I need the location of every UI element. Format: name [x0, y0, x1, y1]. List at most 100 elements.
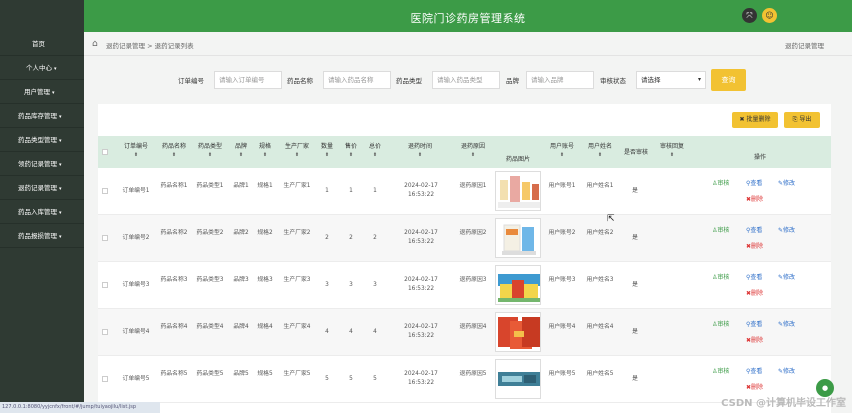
th-ops: 操作: [753, 154, 766, 161]
view-button[interactable]: ⚲查看: [746, 225, 762, 234]
name-input[interactable]: 请输入药品名称: [323, 71, 391, 89]
audit-button[interactable]: ♙审核: [712, 272, 729, 281]
query-button[interactable]: 查询: [711, 69, 746, 91]
user-avatar-icon[interactable]: ☺: [762, 8, 777, 23]
sidebar-item-personal[interactable]: 个人中心 ▾: [0, 56, 84, 80]
sort-icon: ⬍: [669, 152, 675, 158]
sort-icon: ⬍: [207, 152, 213, 158]
sidebar-top: [0, 0, 84, 32]
caret-down-icon: ▾: [59, 114, 62, 120]
table-row: 订单编号1 药品名称1 药品类型1 品牌1 规格1 生产厂家1 1 1 1 20…: [98, 168, 831, 215]
view-button[interactable]: ⚲查看: [746, 178, 762, 187]
sidebar-item-inbound[interactable]: 药品入库管理 ▾: [0, 200, 84, 224]
edit-button[interactable]: ✎修改: [778, 366, 795, 375]
cell-type: 药品类型4: [196, 324, 224, 330]
cell-order: 订单编号4: [122, 329, 150, 335]
delete-button[interactable]: ✖删除: [746, 288, 763, 297]
th-total[interactable]: 总价 ⬍: [366, 142, 384, 160]
select-all-checkbox[interactable]: [102, 149, 108, 155]
row-checkbox[interactable]: [102, 376, 108, 382]
edit-button[interactable]: ✎修改: [778, 225, 795, 234]
cell-order: 订单编号2: [122, 235, 150, 241]
batch-delete-button[interactable]: ✖ 批量删除: [732, 112, 778, 128]
th-name[interactable]: 药品名称 ⬍: [158, 142, 190, 160]
th-price[interactable]: 售价 ⬍: [342, 142, 360, 160]
status-label: 审核状态: [600, 77, 626, 85]
sort-icon: ⬍: [294, 152, 300, 158]
sidebar-item-drug-type[interactable]: 药品类型管理 ▾: [0, 128, 84, 152]
sort-icon: ⬍: [171, 152, 177, 158]
export-button[interactable]: ⎘ 导出: [784, 112, 820, 128]
brand-input[interactable]: 请输入品牌: [526, 71, 594, 89]
drug-image[interactable]: [495, 265, 541, 305]
sidebar-item-stock[interactable]: 药品库存管理 ▾: [0, 104, 84, 128]
cell-brand: 品牌4: [233, 324, 249, 330]
order-input[interactable]: 请输入订单编号: [214, 71, 282, 89]
drug-image[interactable]: [495, 359, 541, 399]
delete-button[interactable]: ✖删除: [746, 382, 763, 391]
breadcrumb-bar: ⌂ 退药记录管理 > 退药记录列表 退药记录管理: [84, 32, 852, 56]
th-brand[interactable]: 品牌 ⬍: [230, 142, 252, 160]
view-button[interactable]: ⚲查看: [746, 366, 762, 375]
th-reason[interactable]: 退药原因 ⬍: [456, 142, 490, 160]
drug-image[interactable]: [495, 312, 541, 352]
row-checkbox[interactable]: [102, 188, 108, 194]
sidebar-item-return[interactable]: 退药记录管理 ▾: [0, 176, 84, 200]
home-icon[interactable]: ⌂: [92, 39, 98, 49]
drug-photo: [496, 360, 540, 398]
cell-account: 用户账号1: [548, 183, 576, 189]
th-uname[interactable]: 用户姓名 ⬍: [584, 142, 616, 160]
th-spec[interactable]: 规格 ⬍: [254, 142, 276, 160]
delete-button[interactable]: ✖删除: [746, 241, 763, 250]
th-maker[interactable]: 生产厂家 ⬍: [280, 142, 314, 160]
th-audited: 是否审核: [623, 149, 648, 156]
cell-time: 2024-02-17 16:53:22: [404, 183, 438, 198]
th-time[interactable]: 退药时间 ⬍: [402, 142, 438, 160]
cell-uname: 用户姓名3: [586, 277, 614, 283]
audit-button[interactable]: ♙审核: [712, 225, 729, 234]
sidebar-item-home[interactable]: 首页: [0, 32, 84, 56]
search-bar: 订单编号 请输入订单编号 药品名称 请输入药品名称 药品类型 请输入药品类型 品…: [84, 66, 852, 92]
audit-button[interactable]: ♙审核: [712, 178, 729, 187]
row-checkbox[interactable]: [102, 235, 108, 241]
cell-order: 订单编号5: [122, 376, 150, 382]
th-reply[interactable]: 审核回复 ⬍: [656, 142, 688, 160]
audit-button[interactable]: ♙审核: [712, 366, 729, 375]
sort-icon: ⬍: [417, 152, 423, 158]
delete-button[interactable]: ✖删除: [746, 335, 763, 344]
drug-image[interactable]: [495, 171, 541, 211]
cell-total: 1: [373, 188, 377, 194]
delete-button[interactable]: ✖删除: [746, 194, 763, 203]
table-row: 订单编号3 药品名称3 药品类型3 品牌3 规格3 生产厂家3 3 3 3 20…: [98, 262, 831, 309]
cell-price: 3: [349, 282, 353, 288]
th-qty[interactable]: 数量 ⬍: [318, 142, 336, 160]
caret-down-icon: ▾: [59, 162, 62, 168]
audit-button[interactable]: ♙审核: [712, 319, 729, 328]
th-account[interactable]: 用户账号 ⬍: [546, 142, 578, 160]
sidebar-item-users[interactable]: 用户管理 ▾: [0, 80, 84, 104]
theme-switch-icon[interactable]: ⤧: [742, 8, 757, 23]
edit-button[interactable]: ✎修改: [778, 319, 795, 328]
table-row: 订单编号2 药品名称2 药品类型2 品牌2 规格2 生产厂家2 2 2 2 20…: [98, 215, 831, 262]
cell-qty: 5: [325, 376, 329, 382]
cell-uname: 用户姓名1: [586, 183, 614, 189]
cell-total: 2: [373, 235, 377, 241]
th-type[interactable]: 药品类型 ⬍: [194, 142, 226, 160]
status-select[interactable]: 请选择 ▾: [636, 71, 706, 89]
type-input[interactable]: 请输入药品类型: [432, 71, 500, 89]
cell-audited: 是: [632, 188, 638, 194]
view-button[interactable]: ⚲查看: [746, 319, 762, 328]
edit-button[interactable]: ✎修改: [778, 272, 795, 281]
drug-image[interactable]: [495, 218, 541, 258]
caret-down-icon: ▾: [52, 90, 55, 96]
cell-price: 4: [349, 329, 353, 335]
cell-audited: 是: [632, 282, 638, 288]
row-checkbox[interactable]: [102, 329, 108, 335]
row-checkbox[interactable]: [102, 282, 108, 288]
view-button[interactable]: ⚲查看: [746, 272, 762, 281]
sidebar-item-loss[interactable]: 药品报损管理 ▾: [0, 224, 84, 248]
sort-icon: ⬍: [133, 152, 139, 158]
edit-button[interactable]: ✎修改: [778, 178, 795, 187]
th-order[interactable]: 订单编号 ⬍: [118, 142, 154, 160]
sidebar-item-dispense[interactable]: 领药记录管理 ▾: [0, 152, 84, 176]
